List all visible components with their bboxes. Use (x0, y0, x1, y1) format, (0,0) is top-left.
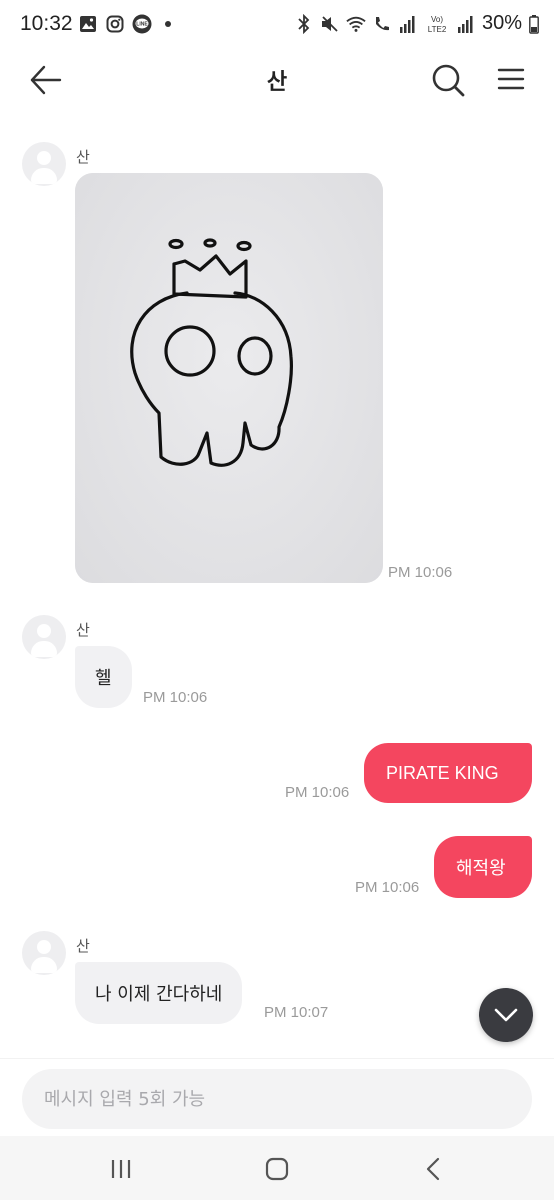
skull-drawing-image (130, 238, 293, 467)
battery-percent: 30% (481, 12, 522, 34)
image-message[interactable] (75, 173, 383, 583)
message-time: PM 10:07 (264, 1004, 329, 1021)
chat-header: 산 (0, 52, 554, 108)
avatar[interactable] (22, 931, 66, 975)
search-button[interactable] (430, 62, 466, 98)
sender-name: 산 (76, 148, 90, 166)
recent-apps-button[interactable] (106, 1154, 136, 1184)
message-composer (0, 1058, 554, 1136)
outgoing-message-bubble[interactable]: PIRATE KING (364, 743, 532, 803)
message-time: PM 10:06 (285, 784, 350, 801)
chat-title: 산 (266, 70, 288, 95)
mute-icon (320, 14, 340, 34)
instagram-icon (105, 14, 125, 34)
hamburger-menu-icon (497, 68, 525, 90)
recent-apps-icon (111, 1160, 131, 1178)
incoming-message-bubble[interactable]: 나 이제 간다하네 (75, 962, 243, 1024)
avatar[interactable] (22, 615, 66, 659)
bluetooth-icon (294, 13, 314, 34)
line-icon: LINE (132, 14, 152, 34)
notification-dot-icon (165, 21, 171, 27)
message-time: PM 10:06 (143, 689, 208, 706)
message-time: PM 10:06 (355, 879, 420, 896)
message-input[interactable] (22, 1069, 532, 1129)
home-button[interactable] (262, 1154, 292, 1184)
outgoing-message-bubble[interactable]: 해적왕 (434, 836, 532, 898)
chevron-down-icon (494, 1008, 518, 1022)
sender-name: 산 (76, 937, 90, 955)
signal-icon (398, 14, 418, 34)
svg-text:Vo): Vo) (431, 15, 443, 24)
menu-button[interactable] (496, 64, 526, 94)
back-nav-button[interactable] (418, 1154, 448, 1184)
call-icon (372, 14, 392, 34)
status-left-icons: LINE (78, 14, 171, 34)
signal-icon-2 (456, 14, 476, 34)
home-icon (265, 1157, 289, 1181)
status-bar: 10:32 LINE Vo) LTE2 30% (0, 0, 554, 52)
svg-text:LINE: LINE (136, 22, 148, 28)
status-time: 10:32 (20, 12, 73, 35)
battery-icon (528, 14, 540, 34)
status-right-icons: Vo) LTE2 30% (294, 12, 540, 35)
avatar[interactable] (22, 142, 66, 186)
scroll-to-bottom-button[interactable] (479, 988, 533, 1042)
sender-name: 산 (76, 621, 90, 639)
system-nav-bar (0, 1136, 554, 1200)
wifi-icon (346, 14, 366, 34)
search-icon (432, 64, 465, 97)
message-time: PM 10:06 (388, 564, 453, 581)
gallery-icon (78, 14, 98, 34)
chevron-left-icon (426, 1157, 440, 1181)
svg-text:LTE2: LTE2 (428, 25, 447, 34)
volte-icon: Vo) LTE2 (424, 14, 450, 34)
incoming-message-bubble[interactable]: 헬 (75, 646, 132, 708)
